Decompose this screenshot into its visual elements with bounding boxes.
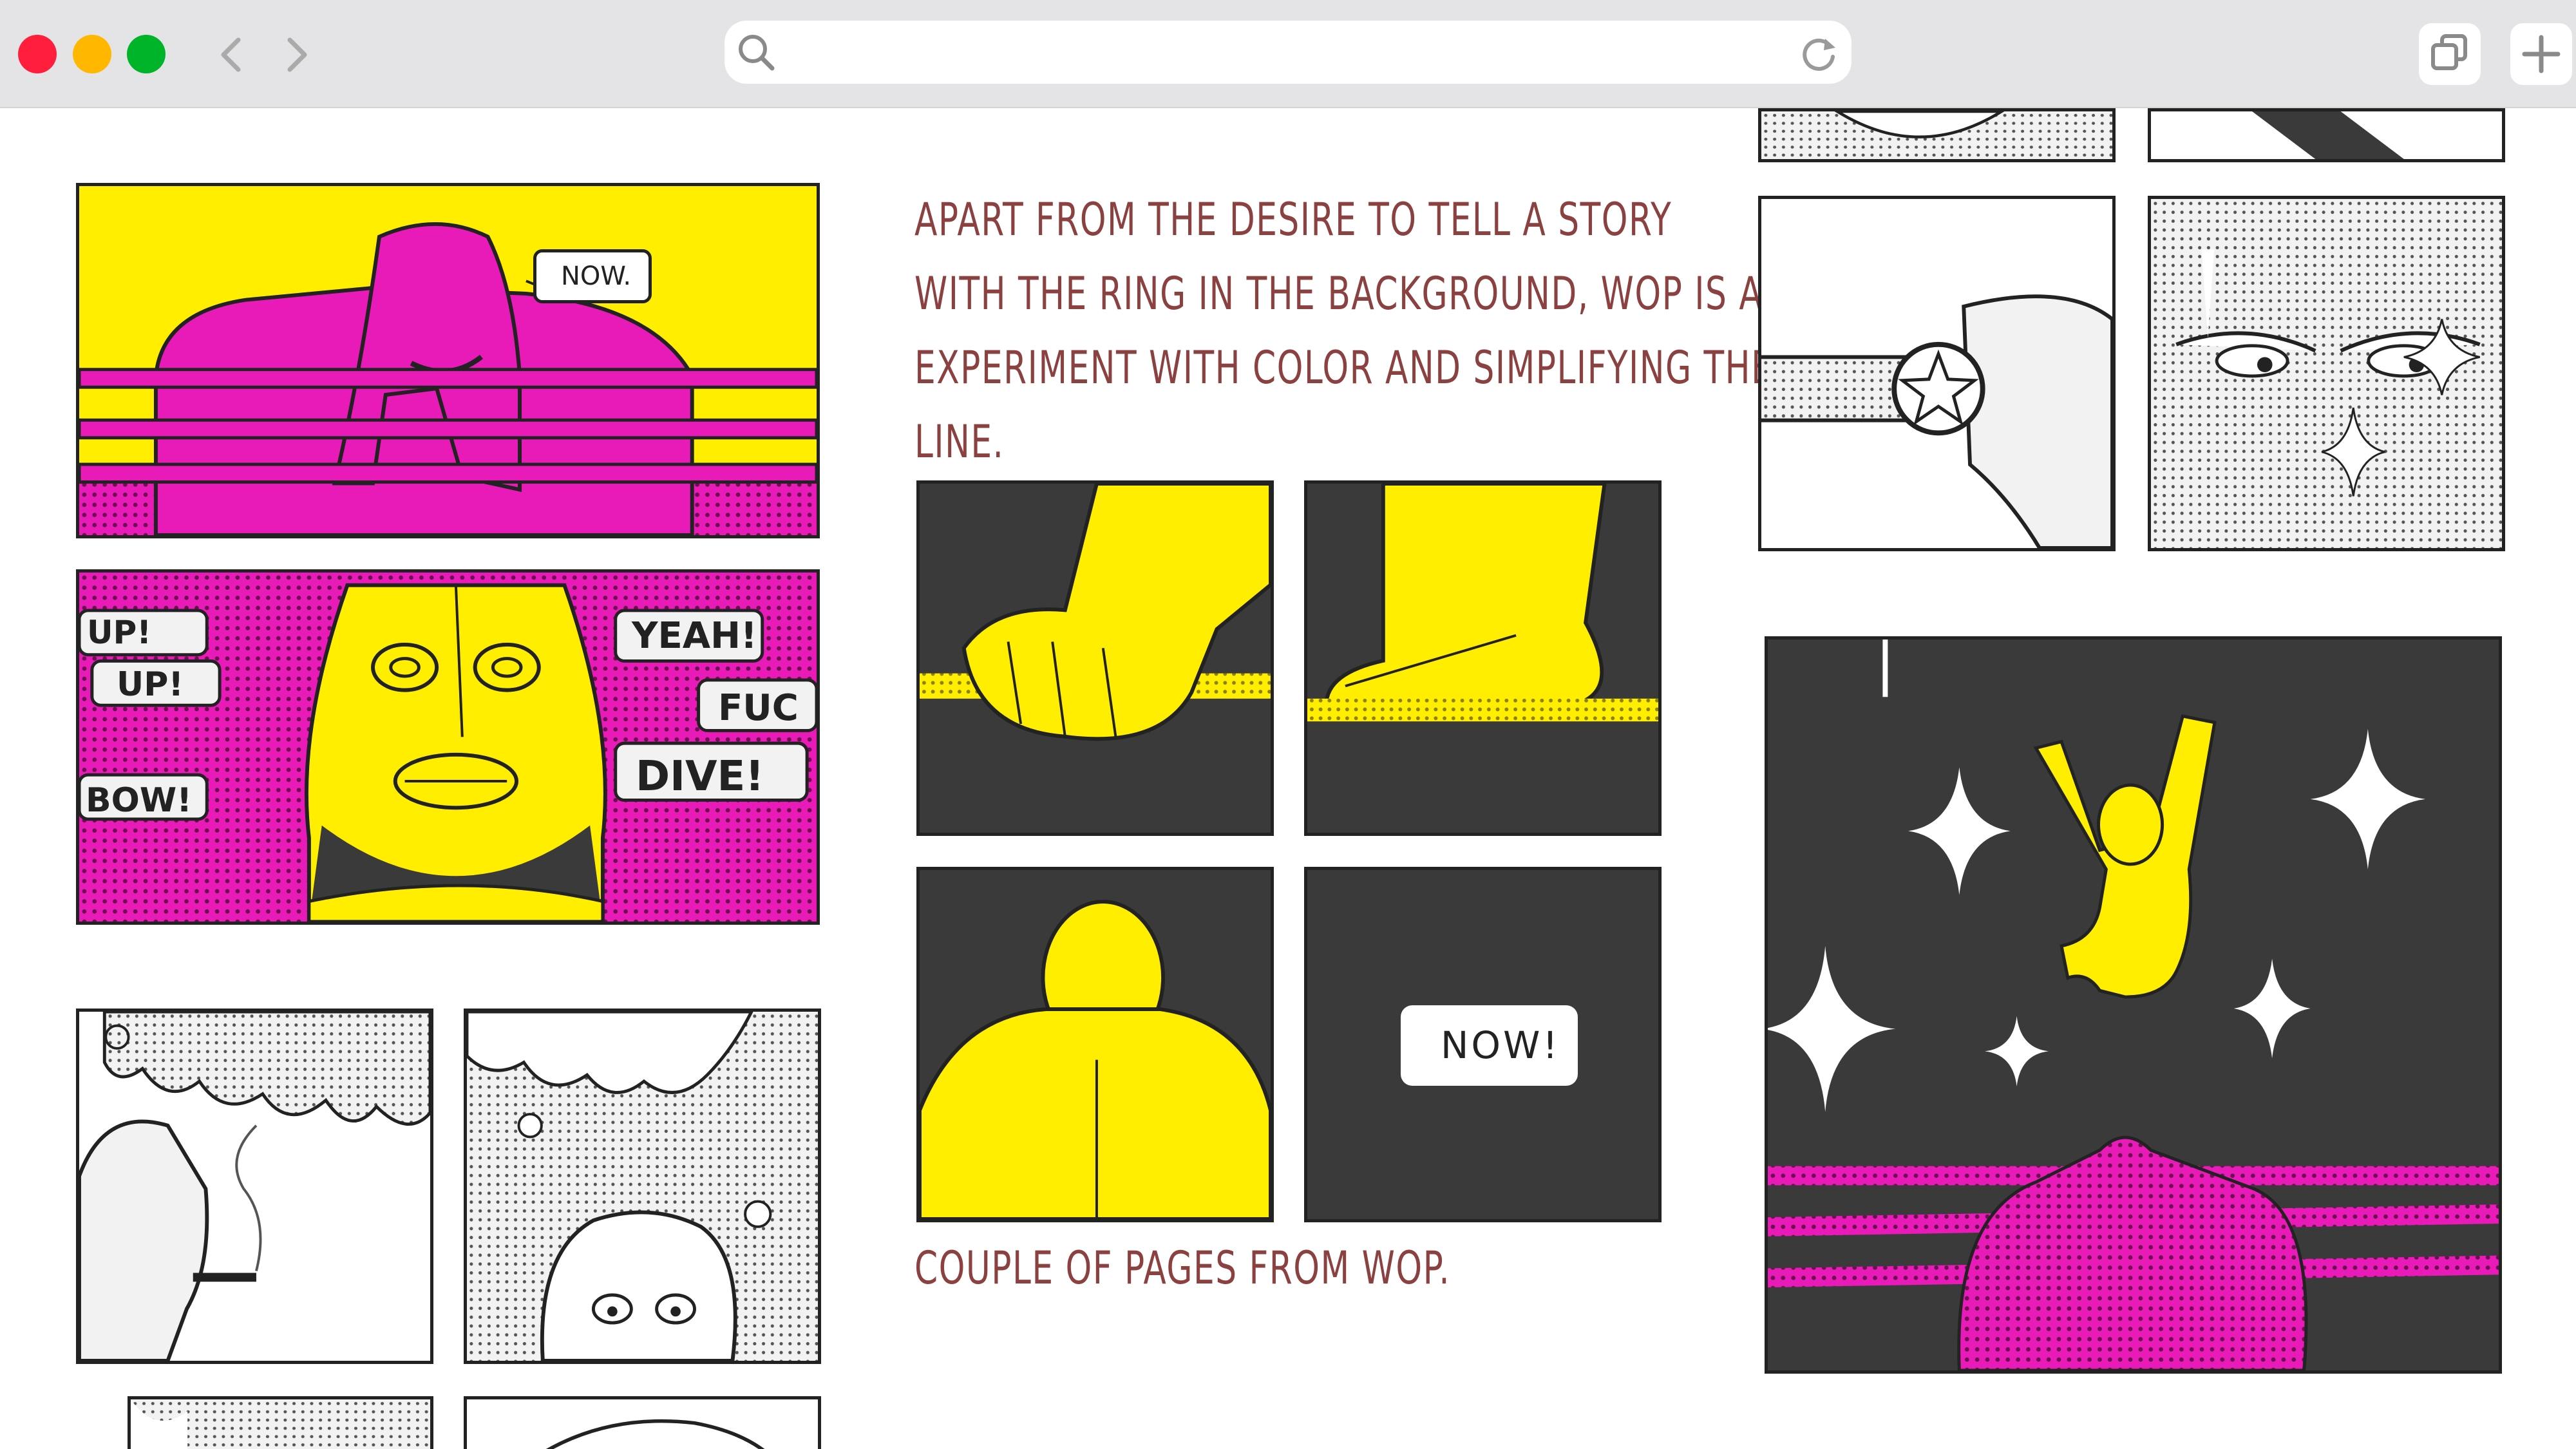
speech-bubble-large: NOW! (1401, 1005, 1578, 1086)
comic-panel-hand-on-rope (916, 480, 1274, 836)
forward-arrow-icon (287, 37, 307, 72)
minimize-window-button[interactable] (73, 35, 111, 73)
description-line: APART FROM THE DESIRE TO TELL A STORY (914, 193, 1672, 246)
comic-panel-now-bubble: NOW! (1304, 867, 1662, 1222)
sfx-text: DIVE! (636, 753, 764, 800)
article-description: APART FROM THE DESIRE TO TELL A STORY WI… (914, 183, 1788, 479)
comic-panel-wrestler-back (916, 867, 1274, 1222)
comic-panel-bottom-left-b (464, 1396, 821, 1449)
comic-panel-top-a (1758, 108, 2116, 162)
forward-button[interactable] (267, 26, 325, 84)
tabs-overview-button[interactable] (2419, 23, 2481, 85)
sfx-text: UP! (117, 665, 184, 704)
sfx-text: UP! (87, 614, 152, 651)
reload-icon[interactable] (1797, 31, 1842, 76)
comic-panel-foot (1304, 480, 1662, 836)
comic-panel-flying-wrestler (1765, 636, 2502, 1374)
comic-panel-belt-buckle (1758, 196, 2116, 551)
new-tab-icon (2522, 35, 2561, 73)
sfx-text: FUC (718, 687, 799, 729)
close-window-button[interactable] (18, 35, 57, 73)
sfx-text: YEAH! (632, 615, 757, 657)
description-line: LINE. (914, 415, 1005, 468)
speech-bubble-small: NOW. (533, 249, 652, 303)
comic-panel-yellow-wrestler: UP! UP! BOW! YEAH! FUC DIVE! (76, 569, 820, 925)
back-arrow-icon (221, 37, 241, 72)
search-icon (739, 35, 775, 71)
browser-chrome (0, 0, 2576, 108)
sfx-text: BOW! (86, 781, 192, 820)
address-bar[interactable] (724, 21, 1852, 84)
address-input[interactable] (802, 30, 1757, 76)
back-button[interactable] (203, 26, 261, 84)
comic-panel-pink-wrestler: NOW. (76, 183, 820, 538)
speech-bubble-text: NOW! (1441, 1023, 1560, 1067)
comic-panel-bottom-left-a (128, 1396, 433, 1449)
description-line: WITH THE RING IN THE BACKGROUND, WOP IS … (914, 267, 1789, 320)
comic-panel-smoker (76, 1009, 433, 1364)
new-tab-button[interactable] (2510, 23, 2572, 85)
article-caption: COUPLE OF PAGES FROM WOP. (914, 1242, 1451, 1294)
description-line: EXPERIMENT WITH COLOR AND SIMPLIFYING TH… (914, 341, 1774, 394)
speech-bubble-text: NOW. (561, 261, 632, 291)
maximize-window-button[interactable] (127, 35, 166, 73)
comic-panel-eyes (2148, 196, 2505, 551)
comic-panel-worried-man (464, 1009, 821, 1364)
comic-panel-top-b (2148, 108, 2505, 162)
page-content: NOW. UP! UP! BOW! YEAH! FUC DIVE! APART … (0, 108, 2576, 1449)
tabs-icon (2431, 34, 2467, 70)
